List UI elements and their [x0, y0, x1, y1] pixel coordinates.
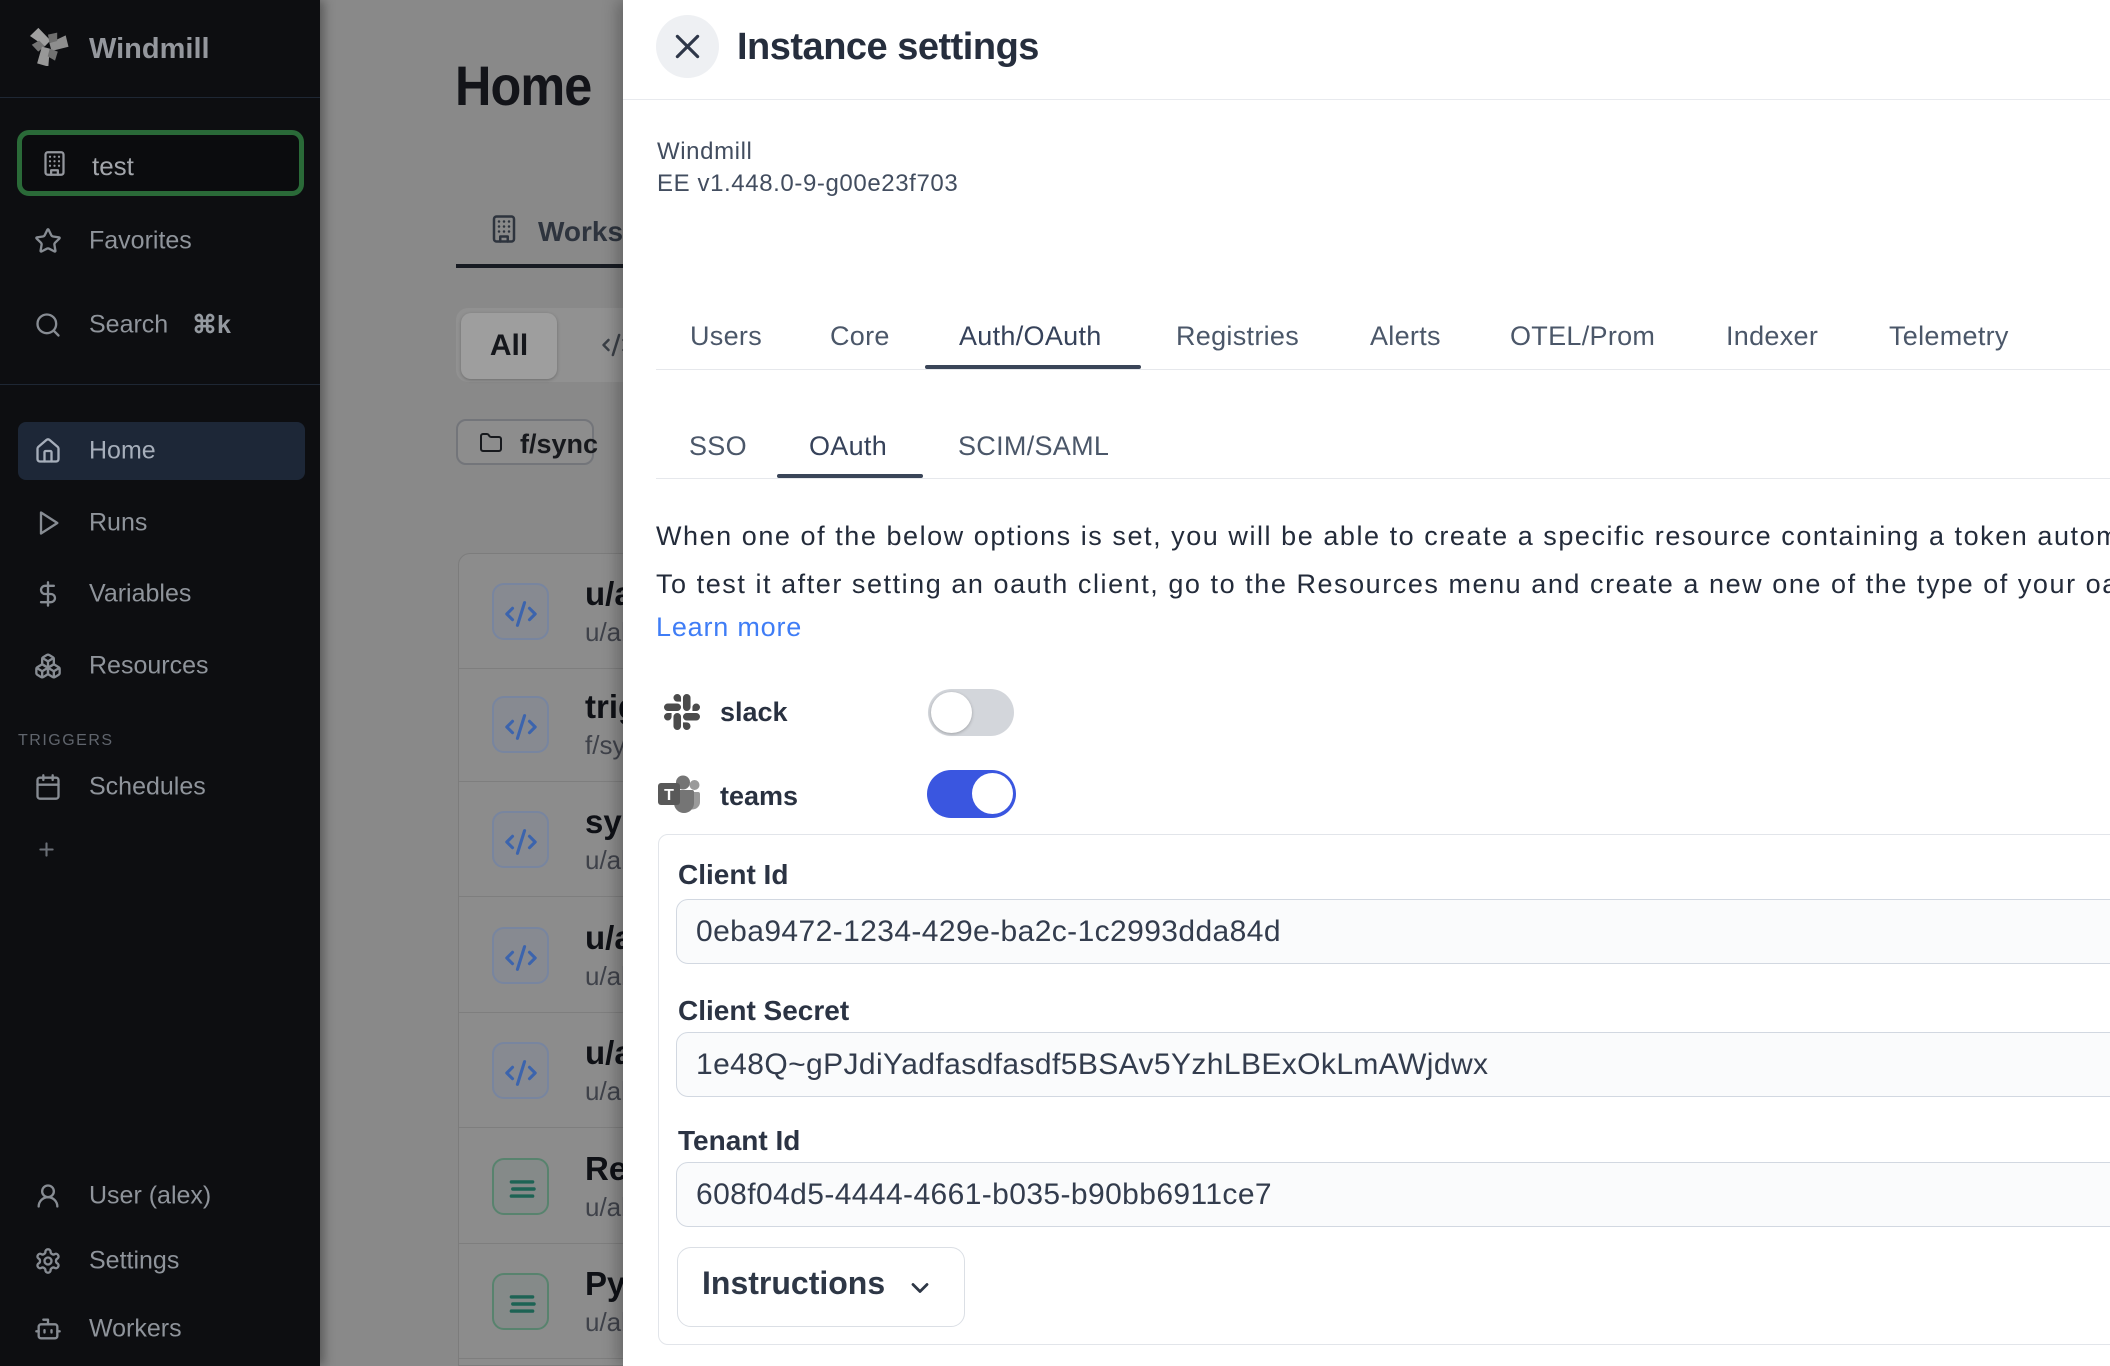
svg-text:T: T: [664, 787, 674, 804]
